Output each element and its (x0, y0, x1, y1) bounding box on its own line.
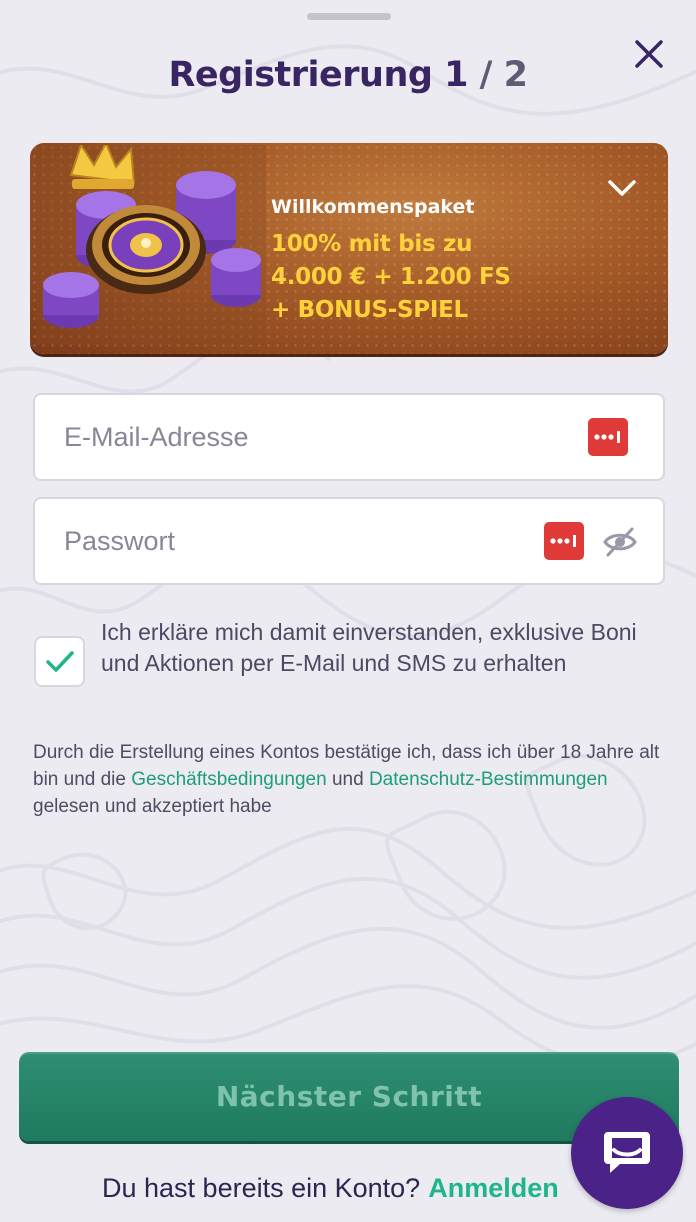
password-manager-icon[interactable] (588, 418, 628, 456)
title-text: Registrierung (168, 55, 433, 95)
bonus-offer-line: + BONUS-SPIEL (271, 297, 468, 323)
chat-button[interactable] (571, 1097, 683, 1209)
bonus-offer-line: 4.000 € + 1.200 FS (271, 264, 511, 290)
chevron-down-icon[interactable] (604, 172, 640, 204)
eye-off-icon[interactable] (601, 525, 639, 559)
consent-label[interactable]: Ich erkläre mich damit einverstanden, ex… (101, 617, 661, 679)
step-total: / 2 (479, 55, 528, 95)
bonus-label: Willkommenspaket (271, 196, 475, 218)
login-link[interactable]: Anmelden (428, 1173, 559, 1203)
roulette-illustration (36, 145, 266, 345)
password-input[interactable] (64, 519, 524, 563)
legal-text: und (326, 769, 369, 790)
welcome-bonus-banner[interactable]: Willkommenspaket 100% mit bis zu 4.000 €… (30, 143, 668, 354)
page-title: Registrierung 1 / 2 (0, 55, 696, 95)
bonus-offer: 100% mit bis zu 4.000 € + 1.200 FS + BON… (271, 228, 601, 327)
consent-checkbox[interactable] (34, 636, 85, 687)
password-manager-icon[interactable] (544, 522, 584, 560)
legal-text: gelesen und akzeptiert habe (33, 796, 272, 817)
bonus-offer-line: 100% mit bis zu (271, 231, 473, 257)
email-input[interactable] (64, 415, 524, 459)
step-current: 1 (444, 55, 468, 95)
password-field[interactable] (33, 497, 665, 585)
login-prompt-text: Du hast bereits ein Konto? (102, 1173, 421, 1203)
checkmark-icon (45, 650, 74, 672)
drag-handle[interactable] (307, 13, 391, 20)
privacy-link[interactable]: Datenschutz-Bestimmungen (369, 769, 608, 790)
chat-bubble-icon (604, 1132, 650, 1173)
terms-link[interactable]: Geschäftsbedingungen (131, 769, 326, 790)
legal-notice: Durch die Erstellung eines Kontos bestät… (33, 739, 665, 820)
email-field[interactable] (33, 393, 665, 481)
